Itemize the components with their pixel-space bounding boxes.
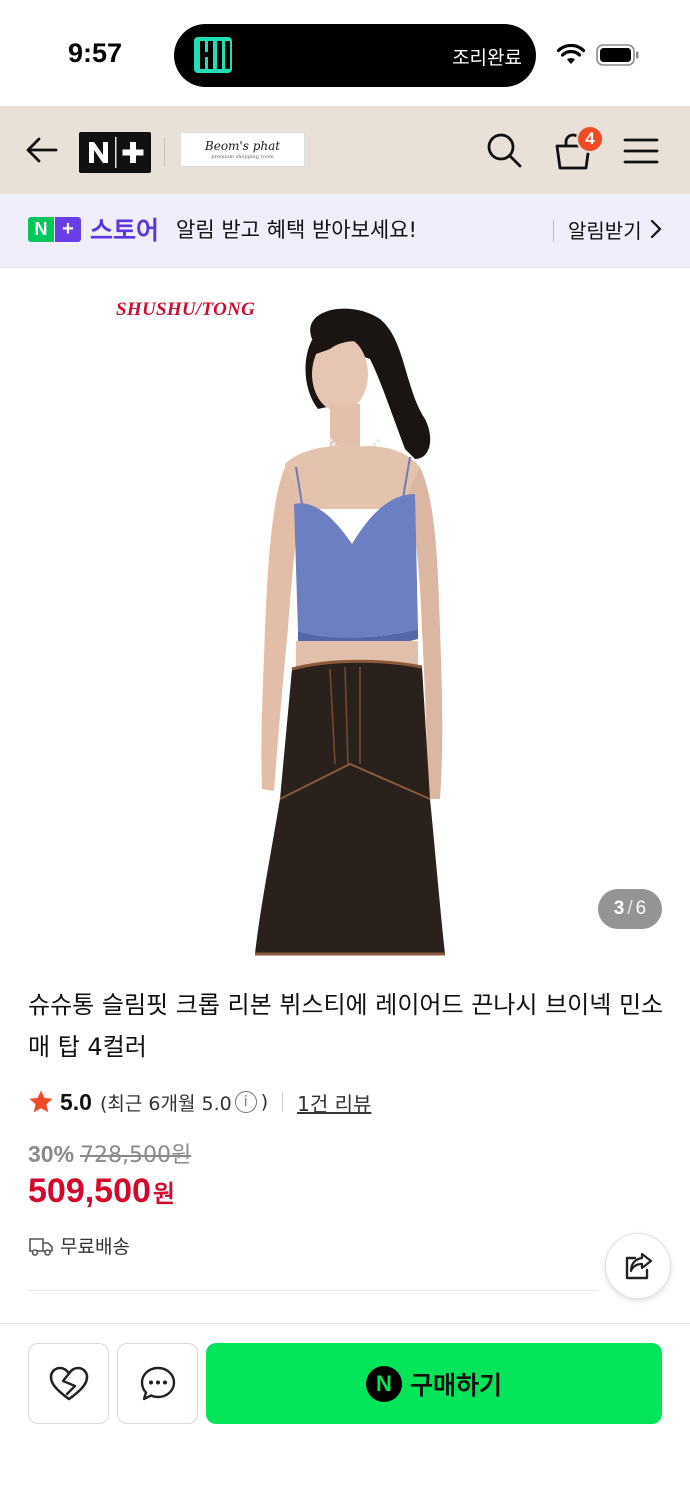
notification-message: 알림 받고 혜택 받아보세요! bbox=[176, 218, 417, 242]
chat-bubble-icon bbox=[140, 1366, 175, 1400]
wifi-icon bbox=[557, 44, 585, 64]
rating-value: 5.0 bbox=[60, 1088, 92, 1115]
share-button[interactable] bbox=[605, 1233, 671, 1299]
notification-divider bbox=[553, 220, 554, 242]
sale-price: 509,500 bbox=[28, 1172, 151, 1210]
back-arrow-icon[interactable] bbox=[24, 132, 60, 168]
product-photo bbox=[255, 308, 445, 956]
sale-price-row: 509,500 원 bbox=[28, 1172, 175, 1211]
info-icon[interactable]: i bbox=[234, 1091, 257, 1113]
buy-now-button[interactable]: N 구매하기 bbox=[206, 1343, 662, 1424]
shipping-info: 무료배송 bbox=[60, 1236, 130, 1258]
buy-now-label: 구매하기 bbox=[409, 1370, 502, 1400]
discount-row: 30% 728,500원 bbox=[28, 1137, 191, 1169]
image-index: 3 bbox=[613, 898, 625, 919]
truck-icon bbox=[29, 1237, 53, 1256]
bottom-action-bar: N 구매하기 bbox=[0, 1323, 690, 1500]
naver-pay-icon: N bbox=[365, 1365, 402, 1402]
dynamic-island[interactable]: 조리완료 bbox=[174, 24, 536, 87]
store-logo-plus: + bbox=[55, 217, 81, 242]
shipping-row: 무료배송 bbox=[28, 1232, 130, 1259]
status-bar: 9:57 조리완료 bbox=[0, 0, 690, 106]
hamburger-menu-icon[interactable] bbox=[623, 137, 659, 165]
discount-percent: 30% bbox=[28, 1141, 75, 1167]
status-time: 9:57 bbox=[68, 38, 123, 68]
store-logo-label: 스토어 bbox=[90, 216, 160, 245]
sale-price-unit: 원 bbox=[152, 1180, 175, 1208]
store-logo-n: N bbox=[28, 217, 54, 242]
notification-banner[interactable]: N + 스토어 알림 받고 혜택 받아보세요! 알림받기 bbox=[0, 194, 690, 268]
image-counter: 3/6 bbox=[598, 889, 662, 929]
battery-icon bbox=[596, 44, 639, 66]
chevron-right-icon[interactable] bbox=[649, 218, 663, 240]
wishlist-button[interactable] bbox=[28, 1343, 109, 1424]
app-icon bbox=[194, 37, 232, 73]
review-count-link[interactable]: 1건 리뷰 bbox=[297, 1088, 371, 1117]
nplus-logo[interactable] bbox=[79, 132, 151, 173]
original-price: 728,500원 bbox=[80, 1143, 192, 1168]
info-divider bbox=[28, 1290, 598, 1291]
brand-logo-subtext: premium shopping room bbox=[211, 154, 274, 160]
store-brand-logo[interactable]: Beom's phat premium shopping room bbox=[180, 132, 305, 167]
cart-count-badge: 4 bbox=[576, 125, 604, 153]
heart-icon bbox=[49, 1366, 88, 1400]
product-title: 슈슈통 슬림핏 크롭 리본 뷔스티에 레이어드 끈나시 브이넥 민소매 탑 4컬… bbox=[28, 991, 664, 1061]
image-total: 6 bbox=[635, 898, 647, 919]
star-icon bbox=[29, 1090, 53, 1113]
notification-subscribe-link[interactable]: 알림받기 bbox=[568, 215, 642, 244]
rating-divider bbox=[282, 1092, 284, 1112]
share-icon bbox=[625, 1252, 653, 1280]
rating-close-paren: ) bbox=[260, 1091, 269, 1113]
header-divider bbox=[164, 138, 165, 166]
island-activity-text: 조리완료 bbox=[452, 47, 522, 69]
product-image-carousel[interactable]: SHUSHU/TONG 3/6 bbox=[0, 269, 690, 959]
talk-talk-button[interactable] bbox=[117, 1343, 198, 1424]
rating-row: 5.0 (최근 6개월 5.0 i ) 1건 리뷰 bbox=[28, 1086, 371, 1118]
rating-recent: (최근 6개월 5.0 bbox=[99, 1092, 232, 1115]
search-icon[interactable] bbox=[485, 131, 523, 169]
brand-logo-text: Beom's phat bbox=[204, 139, 281, 153]
